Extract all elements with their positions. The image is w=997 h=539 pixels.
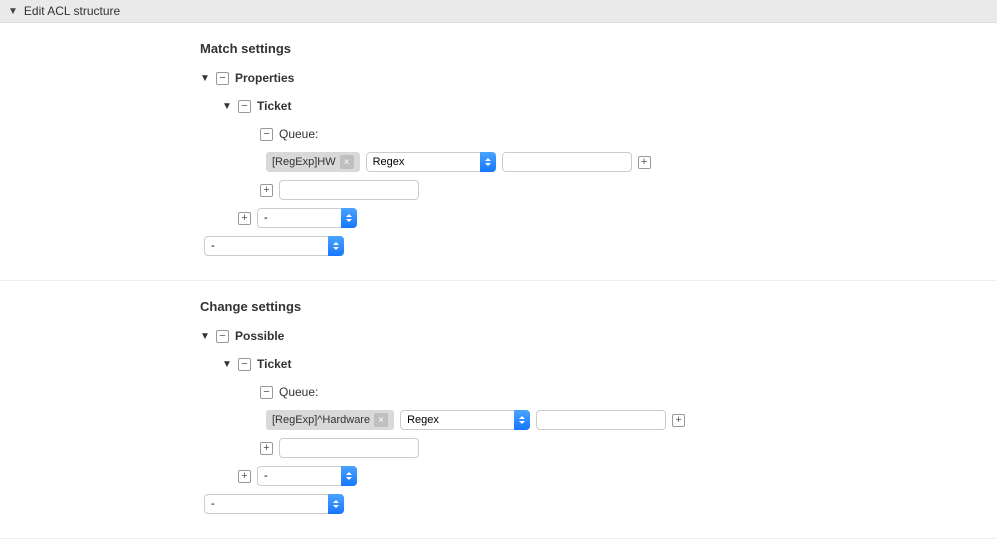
properties-label: Properties bbox=[235, 71, 294, 85]
add-icon[interactable]: + bbox=[238, 470, 251, 483]
properties-row: ▼ − Properties bbox=[200, 66, 987, 90]
queue-value-row: [RegExp]^Hardware × Regex + bbox=[266, 408, 987, 432]
ticket-label: Ticket bbox=[257, 357, 291, 371]
add-icon[interactable]: + bbox=[238, 212, 251, 225]
caret-down-icon[interactable]: ▼ bbox=[222, 101, 232, 112]
collapse-caret-icon: ▼ bbox=[8, 6, 18, 17]
root-select[interactable]: - bbox=[204, 236, 344, 256]
caret-down-icon[interactable]: ▼ bbox=[200, 73, 210, 84]
field-select-wrap: - bbox=[257, 466, 357, 486]
regex-select[interactable]: Regex bbox=[366, 152, 496, 172]
regexp-tag: [RegExp]HW × bbox=[266, 152, 360, 172]
add-root-row: - bbox=[204, 492, 987, 516]
remove-icon[interactable]: − bbox=[216, 330, 229, 343]
tag-text: [RegExp]^Hardware bbox=[272, 414, 370, 426]
remove-icon[interactable]: − bbox=[260, 128, 273, 141]
add-field-row: + - bbox=[222, 206, 987, 230]
add-field-row: + - bbox=[222, 464, 987, 488]
add-icon[interactable]: + bbox=[672, 414, 685, 427]
panel-title: Edit ACL structure bbox=[24, 4, 120, 18]
remove-icon[interactable]: − bbox=[260, 386, 273, 399]
possible-label: Possible bbox=[235, 329, 284, 343]
tag-remove-icon[interactable]: × bbox=[340, 155, 354, 169]
queue-row: − Queue: bbox=[244, 380, 987, 404]
root-select[interactable]: - bbox=[204, 494, 344, 514]
field-select[interactable]: - bbox=[257, 208, 357, 228]
possible-row: ▼ − Possible bbox=[200, 324, 987, 348]
add-value-row: + bbox=[244, 178, 987, 202]
tag-text: [RegExp]HW bbox=[272, 156, 336, 168]
add-icon[interactable]: + bbox=[260, 442, 273, 455]
add-icon[interactable]: + bbox=[260, 184, 273, 197]
remove-icon[interactable]: − bbox=[216, 72, 229, 85]
regex-value-input[interactable] bbox=[502, 152, 632, 172]
add-root-row: - bbox=[204, 234, 987, 258]
match-settings-section: Match settings ▼ − Properties ▼ − Ticket… bbox=[0, 23, 997, 281]
regex-value-input[interactable] bbox=[536, 410, 666, 430]
match-settings-title: Match settings bbox=[200, 41, 987, 56]
field-select-wrap: - bbox=[257, 208, 357, 228]
ticket-label: Ticket bbox=[257, 99, 291, 113]
regex-select[interactable]: Regex bbox=[400, 410, 530, 430]
add-icon[interactable]: + bbox=[638, 156, 651, 169]
ticket-row: ▼ − Ticket bbox=[222, 352, 987, 376]
regex-select-wrap: Regex bbox=[400, 410, 530, 430]
remove-icon[interactable]: − bbox=[238, 358, 251, 371]
field-select[interactable]: - bbox=[257, 466, 357, 486]
new-value-input[interactable] bbox=[279, 438, 419, 458]
regexp-tag: [RegExp]^Hardware × bbox=[266, 410, 394, 430]
panel-header[interactable]: ▼ Edit ACL structure bbox=[0, 0, 997, 23]
new-value-input[interactable] bbox=[279, 180, 419, 200]
queue-value-row: [RegExp]HW × Regex + bbox=[266, 150, 987, 174]
change-settings-section: Change settings ▼ − Possible ▼ − Ticket … bbox=[0, 281, 997, 539]
caret-down-icon[interactable]: ▼ bbox=[222, 359, 232, 370]
change-settings-title: Change settings bbox=[200, 299, 987, 314]
queue-label: Queue: bbox=[279, 127, 318, 141]
tag-remove-icon[interactable]: × bbox=[374, 413, 388, 427]
ticket-row: ▼ − Ticket bbox=[222, 94, 987, 118]
queue-label: Queue: bbox=[279, 385, 318, 399]
add-value-row: + bbox=[244, 436, 987, 460]
remove-icon[interactable]: − bbox=[238, 100, 251, 113]
regex-select-wrap: Regex bbox=[366, 152, 496, 172]
queue-row: − Queue: bbox=[244, 122, 987, 146]
root-select-wrap: - bbox=[204, 236, 344, 256]
root-select-wrap: - bbox=[204, 494, 344, 514]
caret-down-icon[interactable]: ▼ bbox=[200, 331, 210, 342]
